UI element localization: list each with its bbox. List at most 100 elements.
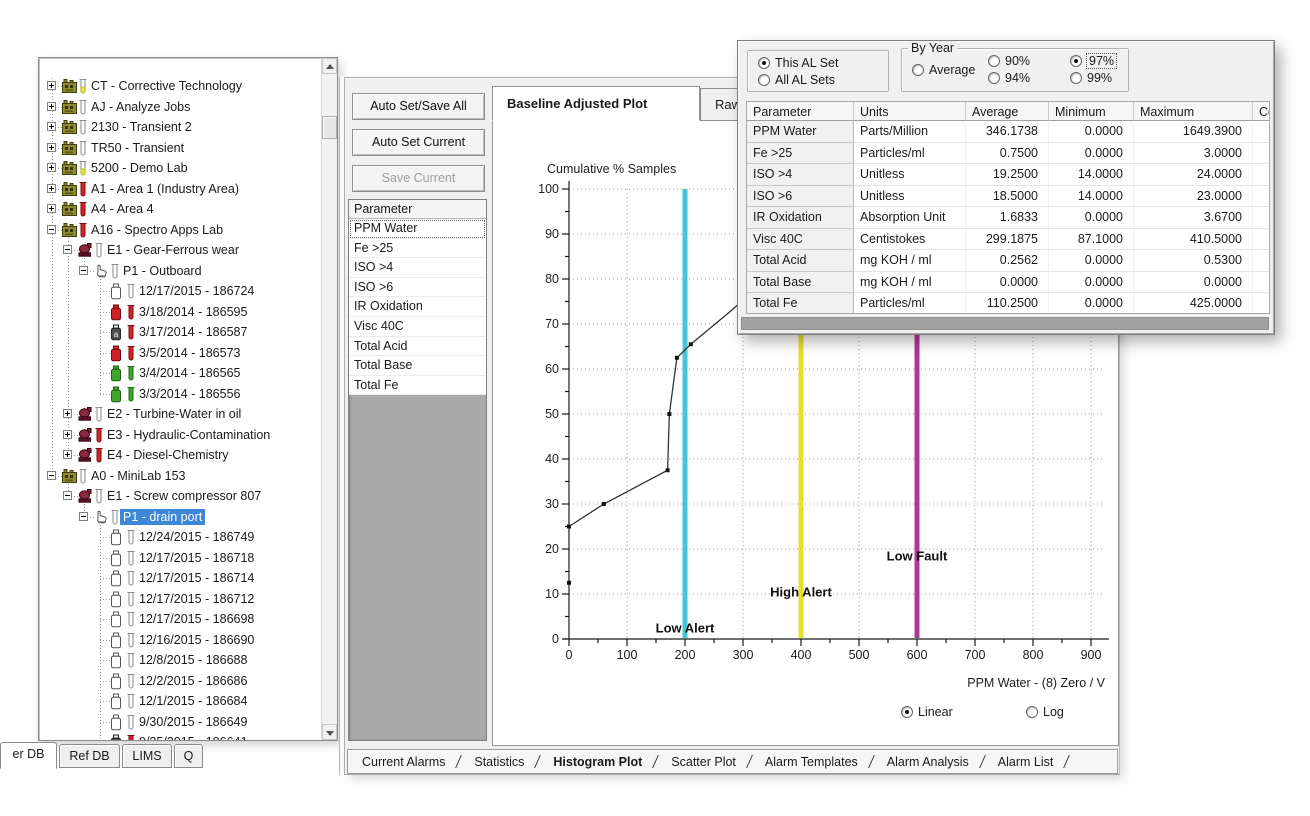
tab-lims[interactable]: LIMS xyxy=(122,744,172,768)
scrollbar-thumb[interactable] xyxy=(322,116,337,139)
tree-item-label[interactable]: E2 - Turbine-Water in oil xyxy=(104,406,244,422)
tree-item-label[interactable]: A1 - Area 1 (Industry Area) xyxy=(88,181,242,197)
parameter-item-total-fe[interactable]: Total Fe xyxy=(349,376,486,396)
tree-scrollbar[interactable] xyxy=(321,58,337,740)
tree-item[interactable]: 3/4/2014 - 186565 xyxy=(40,363,320,383)
tree-item[interactable]: 9/30/2015 - 186649 xyxy=(40,712,320,732)
auto-set-current-button[interactable]: Auto Set Current xyxy=(352,129,485,156)
expand-box-icon[interactable] xyxy=(63,450,72,459)
expand-box-icon[interactable] xyxy=(47,122,56,131)
tree-item-label[interactable]: 12/17/2015 - 186714 xyxy=(136,570,257,586)
tree-item-label[interactable]: 9/30/2015 - 186649 xyxy=(136,714,250,730)
tree-item-label[interactable]: E4 - Diesel-Chemistry xyxy=(104,447,232,463)
tree-item-label[interactable]: 3/5/2014 - 186573 xyxy=(136,345,243,361)
tree-item-label[interactable]: E3 - Hydraulic-Contamination xyxy=(104,427,273,443)
tree-item-label[interactable]: 3/3/2014 - 186556 xyxy=(136,386,243,402)
tree-item-label[interactable]: TR50 - Transient xyxy=(88,140,187,156)
percent-90-radio[interactable]: 90% xyxy=(988,54,1030,68)
tab-ref-db[interactable]: Ref DB xyxy=(59,744,120,768)
tree-item[interactable]: 12/24/2015 - 186749 xyxy=(40,527,320,547)
tree-item[interactable]: A16 - Spectro Apps Lab xyxy=(40,220,320,240)
tree-item-label[interactable]: 3/17/2014 - 186587 xyxy=(136,324,250,340)
tree-item-label[interactable]: 2130 - Transient 2 xyxy=(88,119,195,135)
tree-item[interactable]: 12/8/2015 - 186688 xyxy=(40,650,320,670)
tree-item-label[interactable]: 12/24/2015 - 186749 xyxy=(136,529,257,545)
tree-item-label[interactable]: A16 - Spectro Apps Lab xyxy=(88,222,226,238)
tab-histogram-plot[interactable]: Histogram Plot xyxy=(553,755,642,769)
tree-item[interactable]: E4 - Diesel-Chemistry xyxy=(40,445,320,465)
collapse-box-icon[interactable] xyxy=(63,491,72,500)
tree-item-label[interactable]: E1 - Screw compressor 807 xyxy=(104,488,264,504)
tab-user-db[interactable]: er DB xyxy=(0,742,57,769)
tree-item[interactable]: TR50 - Transient xyxy=(40,138,320,158)
tree-item-label[interactable]: A4 - Area 4 xyxy=(88,201,157,217)
scroll-down-icon[interactable] xyxy=(322,724,337,740)
column-header-minimum[interactable]: Minimum xyxy=(1049,102,1134,121)
average-radio[interactable]: Average xyxy=(912,63,975,77)
tree-item-label[interactable]: 12/1/2015 - 186684 xyxy=(136,693,250,709)
tree-item[interactable]: E1 - Gear-Ferrous wear xyxy=(40,240,320,260)
column-header-average[interactable]: Average xyxy=(966,102,1049,121)
tab-alarm-analysis[interactable]: Alarm Analysis xyxy=(887,755,969,769)
tree-item[interactable]: 12/17/2015 - 186714 xyxy=(40,568,320,588)
linear-scale-radio[interactable]: Linear xyxy=(901,705,953,719)
tree-item-label[interactable]: P1 - Outboard xyxy=(120,263,205,279)
tab-scatter-plot[interactable]: Scatter Plot xyxy=(671,755,736,769)
tree-item[interactable]: 3/18/2014 - 186595 xyxy=(40,302,320,322)
auto-set-save-all-button[interactable]: Auto Set/Save All xyxy=(352,93,485,120)
tree-item[interactable]: 12/17/2015 - 186698 xyxy=(40,609,320,629)
tree-item[interactable]: 12/17/2015 - 186724 xyxy=(40,281,320,301)
tree-item[interactable]: A4 - Area 4 xyxy=(40,199,320,219)
collapse-box-icon[interactable] xyxy=(63,245,72,254)
table-horizontal-scrollbar[interactable] xyxy=(741,317,1269,330)
tree-item-label[interactable]: 3/18/2014 - 186595 xyxy=(136,304,250,320)
expand-box-icon[interactable] xyxy=(47,184,56,193)
tree-item[interactable]: 2130 - Transient 2 xyxy=(40,117,320,137)
tree-item-label[interactable]: AJ - Analyze Jobs xyxy=(88,99,193,115)
tree-item-label[interactable]: 12/8/2015 - 186688 xyxy=(136,652,250,668)
tree-item[interactable]: 12/1/2015 - 186684 xyxy=(40,691,320,711)
tree-item-label[interactable]: 12/17/2015 - 186712 xyxy=(136,591,257,607)
tree-item[interactable]: AJ - Analyze Jobs xyxy=(40,97,320,117)
all-al-sets-radio[interactable]: All AL Sets xyxy=(758,73,835,87)
tree-item[interactable]: CT - Corrective Technology xyxy=(40,76,320,96)
parameter-item-ppm-water[interactable]: PPM Water xyxy=(349,219,486,239)
tree-item[interactable]: 12/17/2015 - 186718 xyxy=(40,548,320,568)
scroll-up-icon[interactable] xyxy=(322,58,337,74)
collapse-box-icon[interactable] xyxy=(79,266,88,275)
tree-item-label[interactable]: E1 - Gear-Ferrous wear xyxy=(104,242,242,258)
tree-item-label[interactable]: 12/2/2015 - 186686 xyxy=(136,673,250,689)
tree-item-label[interactable]: P1 - drain port xyxy=(120,509,205,525)
tree-item[interactable]: P1 - Outboard xyxy=(40,261,320,281)
tree-item[interactable]: A1 - Area 1 (Industry Area) xyxy=(40,179,320,199)
tree-item[interactable]: 3/3/2014 - 186556 xyxy=(40,384,320,404)
tree-item[interactable]: 12/17/2015 - 186712 xyxy=(40,589,320,609)
tree-item[interactable]: 5200 - Demo Lab xyxy=(40,158,320,178)
tree-item-label[interactable]: 12/16/2015 - 186690 xyxy=(136,632,257,648)
expand-box-icon[interactable] xyxy=(47,204,56,213)
column-header-parameter[interactable]: Parameter xyxy=(747,102,854,121)
tree-item-label[interactable]: 5200 - Demo Lab xyxy=(88,160,191,176)
parameter-item-visc-40c[interactable]: Visc 40C xyxy=(349,317,486,337)
tree-item-label[interactable]: CT - Corrective Technology xyxy=(88,78,245,94)
tab-q[interactable]: Q xyxy=(174,744,203,768)
tree-item-label[interactable]: A0 - MiniLab 153 xyxy=(88,468,189,484)
tree-item[interactable]: a9/25/2015 - 186641 xyxy=(40,732,320,740)
expand-box-icon[interactable] xyxy=(47,163,56,172)
tab-statistics[interactable]: Statistics xyxy=(474,755,524,769)
tree-item[interactable]: a3/17/2014 - 186587 xyxy=(40,322,320,342)
parameter-item-fe-25[interactable]: Fe >25 xyxy=(349,239,486,259)
parameter-item-iso-4[interactable]: ISO >4 xyxy=(349,258,486,278)
tree-item[interactable]: 3/5/2014 - 186573 xyxy=(40,343,320,363)
tree-item[interactable]: E2 - Turbine-Water in oil xyxy=(40,404,320,424)
tree-item[interactable]: E3 - Hydraulic-Contamination xyxy=(40,425,320,445)
parameter-item-total-acid[interactable]: Total Acid xyxy=(349,337,486,357)
tree-item-label[interactable]: 12/17/2015 - 186698 xyxy=(136,611,257,627)
tree-item[interactable]: 12/2/2015 - 186686 xyxy=(40,671,320,691)
tree-item-label[interactable]: 9/25/2015 - 186641 xyxy=(136,734,250,740)
this-al-set-radio[interactable]: This AL Set xyxy=(758,56,838,70)
expand-box-icon[interactable] xyxy=(47,81,56,90)
tree-item-label[interactable]: 3/4/2014 - 186565 xyxy=(136,365,243,381)
expand-box-icon[interactable] xyxy=(47,143,56,152)
percent-97-radio[interactable]: 97% xyxy=(1070,54,1116,68)
